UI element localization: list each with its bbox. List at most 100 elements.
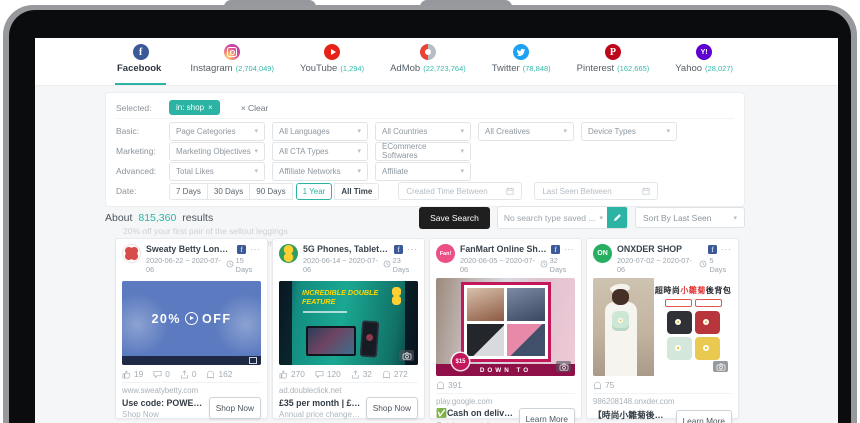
product-grid xyxy=(667,311,720,360)
date-picker-input[interactable]: Last Seen Between xyxy=(534,182,658,200)
cta-button[interactable]: Learn More xyxy=(519,408,575,423)
facebook-icon: f xyxy=(237,245,246,254)
more-menu-icon[interactable]: ··· xyxy=(407,245,418,254)
tab-pinterest[interactable]: P Pinterest (162,665) xyxy=(575,44,652,85)
filter-dropdown[interactable]: Device Types▾ xyxy=(581,122,677,141)
tab-instagram[interactable]: Instagram (2,704,049) xyxy=(188,44,276,85)
advertiser-name[interactable]: FanMart Online Shopping - F... xyxy=(460,244,547,254)
play-icon[interactable] xyxy=(185,312,198,325)
video-overlay-text: 20%OFF xyxy=(122,281,261,356)
tab-count: (162,665) xyxy=(617,64,649,73)
tab-twitter[interactable]: Twitter (78,848) xyxy=(490,44,553,85)
filter-dropdown[interactable]: All Creatives▾ xyxy=(478,122,574,141)
stat-value: 272 xyxy=(394,369,408,379)
filter-panel: Selected: in: shop × × Clear Basic:Page … xyxy=(105,92,745,207)
share-icon xyxy=(180,370,189,379)
selected-filter-chip[interactable]: in: shop × xyxy=(169,100,220,115)
filter-dropdown[interactable]: Affiliate▾ xyxy=(375,162,471,181)
like-stat: 19 xyxy=(122,369,143,379)
saved-search-dropdown[interactable]: No search type saved ... ▾ xyxy=(497,206,628,229)
comment-icon xyxy=(153,370,162,379)
dropdown-value: Marketing Objectives xyxy=(176,147,251,156)
chevron-down-icon: ▾ xyxy=(357,167,361,175)
dark-edge xyxy=(279,281,292,365)
edit-icon[interactable] xyxy=(607,207,627,228)
filter-dropdown[interactable]: Total Likes▾ xyxy=(169,162,265,181)
ad-duration: 32 Days xyxy=(550,256,575,274)
media-type-icon xyxy=(713,361,728,372)
dropdown-value: ECommerce Softwares xyxy=(382,142,460,160)
filter-dropdown[interactable]: Affiliate Networks▾ xyxy=(272,162,368,181)
tab-admob[interactable]: AdMob (22,723,764) xyxy=(388,44,468,85)
dropdown-value: All Languages xyxy=(279,127,330,136)
ad-card: ON ONXDER SHOP f ··· 2020-07-02 ~ 2020-0… xyxy=(586,238,739,419)
ad-date-range: 2020-07-02 ~ 2020-07-06 xyxy=(617,256,699,274)
camera-glyph xyxy=(227,47,237,57)
tab-count: (78,848) xyxy=(523,64,551,73)
expand-icon[interactable] xyxy=(249,357,257,364)
more-menu-icon[interactable]: ··· xyxy=(250,245,261,254)
date-picker-input[interactable]: Created Time Between xyxy=(398,182,522,200)
date-range-button[interactable]: 30 Days xyxy=(207,183,250,200)
ad-domain: www.sweatybetty.com xyxy=(122,386,261,395)
tv-image xyxy=(306,326,356,356)
date-range-button[interactable]: 7 Days xyxy=(169,183,208,200)
tab-yahoo[interactable]: Y! Yahoo (28,027) xyxy=(673,44,735,85)
share-stat: 0 xyxy=(180,369,197,379)
dropdown-value: Total Likes xyxy=(176,167,214,176)
tab-name: Yahoo xyxy=(675,63,702,74)
like-icon xyxy=(279,370,288,379)
cta-button[interactable]: Shop Now xyxy=(366,397,418,419)
filter-dropdown[interactable]: All Languages▾ xyxy=(272,122,368,141)
date-range-button[interactable]: 90 Days xyxy=(249,183,292,200)
date-range-buttons: 7 Days30 Days90 Days1 YearAll Time xyxy=(169,183,379,200)
media-title: INCREDIBLE DOUBLE FEATURE xyxy=(302,289,382,306)
results-summary: About 815,360 results xyxy=(105,212,213,224)
tab-count: (2,704,049) xyxy=(236,64,274,73)
clock-icon xyxy=(699,260,707,270)
chip-close-icon[interactable]: × xyxy=(208,103,213,112)
more-menu-icon[interactable]: ··· xyxy=(564,245,575,254)
cta-button[interactable]: Shop Now xyxy=(209,397,261,419)
selected-filters-row: Selected: in: shop × × Clear xyxy=(116,97,734,119)
media-title: 超時尚小雛菊後背包 xyxy=(655,285,732,296)
admob-glyph xyxy=(425,49,431,55)
ad-duration: 23 Days xyxy=(393,256,418,274)
ad-stats: 27012032272 xyxy=(279,369,418,379)
more-menu-icon[interactable]: ··· xyxy=(721,245,732,254)
tab-facebook[interactable]: f Facebook xyxy=(115,44,166,85)
filter-dropdown[interactable]: Page Categories▾ xyxy=(169,122,265,141)
filter-dropdown[interactable]: ECommerce Softwares▾ xyxy=(375,142,471,161)
filter-dropdown[interactable]: All Countries▾ xyxy=(375,122,471,141)
cta-button[interactable]: Learn More xyxy=(676,410,732,423)
ad-media[interactable]: INCREDIBLE DOUBLE FEATURE xyxy=(279,281,418,365)
results-prefix: About xyxy=(105,212,132,224)
heat-stat: 272 xyxy=(382,369,408,379)
comment-stat: 0 xyxy=(153,369,170,379)
sort-dropdown[interactable]: Sort By Last Seen ▾ xyxy=(635,207,745,228)
tab-count: (1,294) xyxy=(340,64,364,73)
ad-media[interactable]: DOWN TO$15 xyxy=(436,278,575,376)
advertiser-name[interactable]: Sweaty Betty London | Wom... xyxy=(146,244,233,254)
advertiser-name[interactable]: ONXDER SHOP xyxy=(617,244,704,254)
save-search-button[interactable]: Save Search xyxy=(419,207,490,229)
ad-media[interactable]: 超時尚小雛菊後背包 xyxy=(593,278,732,376)
product-photo xyxy=(695,311,720,334)
screen: f Facebook Instagram (2,704,049) YouTube… xyxy=(35,38,838,423)
clear-filters-button[interactable]: × Clear xyxy=(241,103,269,113)
play-glyph xyxy=(331,49,336,55)
promo-tags xyxy=(665,299,722,307)
advertiser-name[interactable]: 5G Phones, Tablets & SIMs | ... xyxy=(303,244,390,254)
heat-icon xyxy=(593,381,602,390)
tab-youtube[interactable]: YouTube (1,294) xyxy=(298,44,366,85)
tab-count: (28,027) xyxy=(705,64,733,73)
selected-label: Selected: xyxy=(116,103,162,113)
ad-media[interactable]: 20%OFF xyxy=(122,281,261,365)
media-title-part: 後背包 xyxy=(706,286,732,295)
date-range-button[interactable]: All Time xyxy=(334,183,379,200)
filter-dropdown[interactable]: Marketing Objectives▾ xyxy=(169,142,265,161)
date-range-button[interactable]: 1 Year xyxy=(296,183,333,200)
chip-text: in: shop xyxy=(176,103,204,112)
video-progress-bar xyxy=(122,356,261,365)
filter-dropdown[interactable]: All CTA Types▾ xyxy=(272,142,368,161)
